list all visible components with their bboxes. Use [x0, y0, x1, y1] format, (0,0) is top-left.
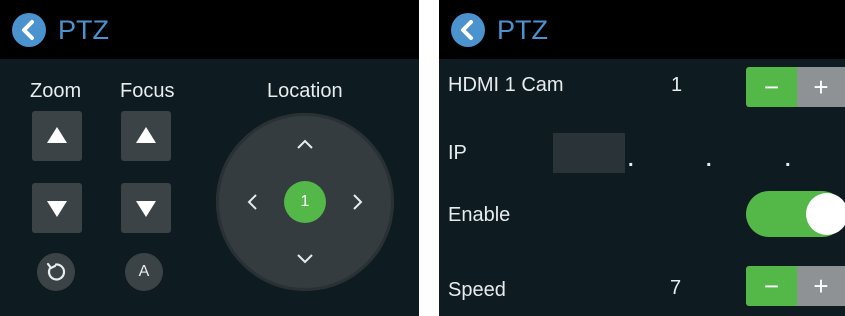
location-label: Location [267, 80, 343, 102]
focus-auto-button[interactable]: A [125, 253, 163, 291]
focus-near-button[interactable] [121, 111, 171, 161]
location-joystick[interactable]: 1 [216, 113, 394, 291]
cam-value: 1 [671, 74, 683, 96]
chevron-right-icon[interactable] [351, 192, 365, 212]
rotate-icon [46, 262, 66, 281]
minus-icon: − [763, 72, 780, 102]
focus-far-button[interactable] [121, 183, 171, 233]
triangle-down-icon [47, 201, 67, 217]
chevron-down-icon[interactable] [295, 252, 315, 266]
ip-separator: . [785, 149, 791, 171]
speed-label: Speed [448, 279, 506, 301]
speed-stepper: − + [746, 266, 845, 306]
back-button[interactable] [451, 13, 485, 47]
header-bar: PTZ [439, 0, 845, 59]
page-title: PTZ [58, 15, 109, 45]
page-title: PTZ [497, 15, 548, 45]
ptz-panel-right: PTZ HDMI 1 Cam 1 − + IP . . . Enable Spe… [439, 0, 845, 316]
location-preset-button[interactable]: 1 [284, 181, 326, 223]
enable-label: Enable [448, 204, 511, 226]
zoom-out-button[interactable] [32, 183, 82, 233]
speed-increment-button[interactable]: + [797, 266, 845, 306]
zoom-reset-button[interactable] [37, 253, 75, 291]
cam-increment-button[interactable]: + [797, 67, 845, 107]
plus-icon: + [813, 271, 829, 301]
speed-value: 7 [670, 277, 682, 299]
ip-separator: . [628, 149, 634, 171]
minus-icon: − [763, 271, 780, 301]
triangle-down-icon [136, 201, 156, 217]
ptz-panel-left: PTZ Zoom Focus Location A 1 [0, 0, 419, 316]
zoom-in-button[interactable] [32, 111, 82, 161]
plus-icon: + [813, 72, 829, 102]
ip-label: IP [448, 142, 467, 164]
toggle-knob [806, 193, 845, 235]
location-preset-value: 1 [300, 193, 310, 210]
ip-octet-1-field[interactable] [553, 133, 625, 173]
triangle-up-icon [136, 127, 156, 143]
zoom-label: Zoom [30, 80, 82, 102]
focus-auto-label: A [138, 263, 150, 280]
cam-stepper: − + [746, 67, 845, 107]
cam-label: HDMI 1 Cam [448, 74, 564, 96]
ip-separator: . [706, 149, 712, 171]
triangle-up-icon [47, 127, 67, 143]
focus-label: Focus [120, 80, 175, 102]
back-button[interactable] [12, 13, 46, 47]
chevron-left-icon [461, 20, 473, 40]
chevron-left-icon [22, 20, 34, 40]
enable-toggle[interactable] [746, 191, 845, 237]
header-bar: PTZ [0, 0, 419, 59]
chevron-up-icon[interactable] [295, 137, 315, 151]
chevron-left-icon[interactable] [245, 192, 259, 212]
cam-decrement-button[interactable]: − [746, 67, 797, 107]
speed-decrement-button[interactable]: − [746, 266, 797, 306]
